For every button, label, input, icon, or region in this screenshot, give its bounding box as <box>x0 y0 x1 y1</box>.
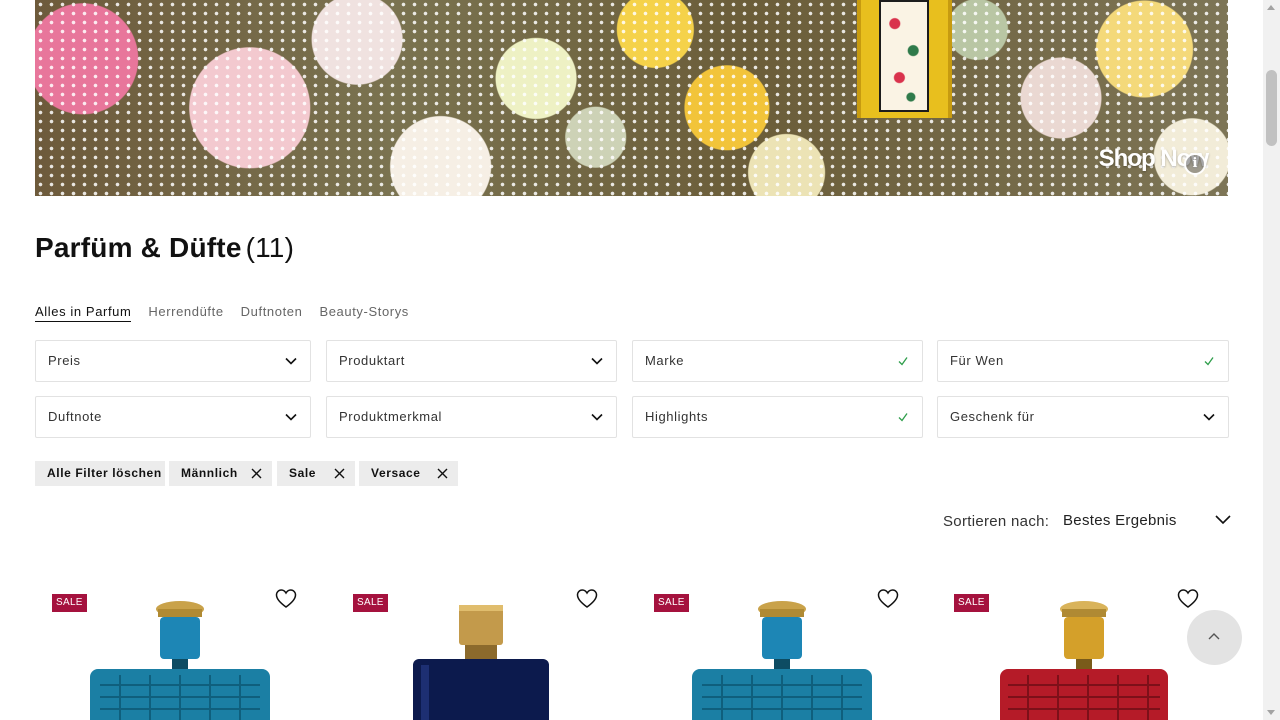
sale-badge: SALE <box>654 594 689 612</box>
heart-icon[interactable] <box>877 589 899 609</box>
chip-label: Männlich <box>181 466 238 480</box>
scrollbar-thumb[interactable] <box>1266 70 1277 146</box>
hero-perfume-box <box>857 0 952 118</box>
filter-label: Produktart <box>339 353 405 368</box>
product-image[interactable] <box>992 595 1172 720</box>
tab-beauty-storys[interactable]: Beauty-Storys <box>319 304 408 322</box>
scroll-to-top-button[interactable] <box>1187 610 1242 665</box>
product-image[interactable] <box>692 595 872 720</box>
checkmark-icon <box>898 413 908 422</box>
filter-preis[interactable]: Preis <box>35 340 311 382</box>
filter-label: Produktmerkmal <box>339 409 443 424</box>
heart-icon[interactable] <box>275 589 297 609</box>
category-tabs: Alles in Parfum Herrendüfte Duftnoten Be… <box>35 304 409 322</box>
result-count: (11) <box>245 232 295 263</box>
sort-value: Bestes Ergebnis <box>1063 512 1177 529</box>
filter-fuer-wen[interactable]: Für Wen <box>937 340 1229 382</box>
filter-label: Für Wen <box>950 353 1004 368</box>
sale-badge: SALE <box>954 594 989 612</box>
heart-icon[interactable] <box>1177 589 1199 609</box>
filter-chip-versace[interactable]: Versace <box>359 461 458 486</box>
chevron-down-icon <box>285 413 297 421</box>
product-card[interactable]: SALE <box>336 585 616 720</box>
heart-icon[interactable] <box>576 589 598 609</box>
chevron-down-icon <box>591 413 603 421</box>
page-title: Parfüm & Düfte (11) <box>35 232 294 264</box>
chip-label: Sale <box>289 466 317 480</box>
filter-label: Geschenk für <box>950 409 1035 424</box>
tab-alles-in-parfum[interactable]: Alles in Parfum <box>35 304 132 322</box>
close-icon[interactable] <box>334 468 345 479</box>
close-icon[interactable] <box>251 468 262 479</box>
filter-produktmerkmal[interactable]: Produktmerkmal <box>326 396 617 438</box>
page-scrollbar[interactable] <box>1263 0 1280 720</box>
filter-label: Preis <box>48 353 81 368</box>
filter-label: Highlights <box>645 409 709 424</box>
filter-marke[interactable]: Marke <box>632 340 923 382</box>
product-card[interactable]: SALE <box>937 585 1217 720</box>
chevron-down-icon <box>591 357 603 365</box>
sale-badge: SALE <box>52 594 87 612</box>
page-title-text: Parfüm & Düfte <box>35 232 242 263</box>
tab-duftnoten[interactable]: Duftnoten <box>241 304 303 322</box>
filter-highlights[interactable]: Highlights <box>632 396 923 438</box>
product-image[interactable] <box>90 595 270 720</box>
filter-geschenk-fuer[interactable]: Geschenk für <box>937 396 1229 438</box>
chevron-down-icon <box>285 357 297 365</box>
tab-herrenduefte[interactable]: Herrendüfte <box>148 304 223 322</box>
hero-banner[interactable]: Shop Now i <box>35 0 1228 196</box>
product-image[interactable] <box>391 595 571 720</box>
filter-label: Marke <box>645 353 685 368</box>
sale-badge: SALE <box>353 594 388 612</box>
filter-chip-maennlich[interactable]: Männlich <box>169 461 272 486</box>
scroll-down-arrow[interactable] <box>1267 710 1275 715</box>
scroll-up-arrow[interactable] <box>1267 5 1275 10</box>
hero-flower-pattern <box>35 0 1228 196</box>
filter-chip-sale[interactable]: Sale <box>277 461 355 486</box>
chip-label: Versace <box>371 466 421 480</box>
product-card[interactable]: SALE <box>35 585 315 720</box>
sort-select[interactable]: Bestes Ergebnis <box>1063 510 1231 534</box>
chevron-down-icon <box>1203 413 1215 421</box>
clear-all-filters-button[interactable]: Alle Filter löschen <box>35 461 165 486</box>
info-icon[interactable]: i <box>1184 153 1206 175</box>
chevron-up-icon <box>1208 633 1220 640</box>
product-card[interactable]: SALE <box>637 585 917 720</box>
checkmark-icon <box>898 357 908 366</box>
chevron-down-icon <box>1215 515 1231 525</box>
filter-label: Duftnote <box>48 409 102 424</box>
filter-produktart[interactable]: Produktart <box>326 340 617 382</box>
checkmark-icon <box>1204 357 1214 366</box>
close-icon[interactable] <box>437 468 448 479</box>
sort-label: Sortieren nach: <box>943 513 1050 530</box>
filter-duftnote[interactable]: Duftnote <box>35 396 311 438</box>
